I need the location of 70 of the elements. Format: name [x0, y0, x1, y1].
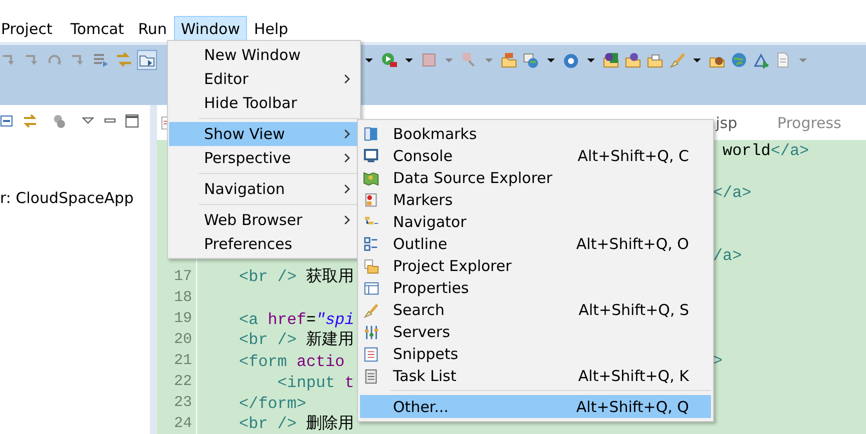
menu-item[interactable]: Markers [360, 189, 711, 211]
table-icon [363, 280, 380, 296]
menu-item[interactable]: Preferences [169, 232, 359, 256]
menu-item[interactable]: Properties [360, 277, 711, 299]
menu-item[interactable]: Data Source Explorer [360, 167, 711, 189]
swap-arrows-icon[interactable] [115, 51, 133, 69]
menu-item[interactable]: New Window [169, 43, 359, 67]
menu-item[interactable]: Perspective [169, 146, 359, 170]
tab[interactable]: .jsp [711, 114, 738, 132]
menu-title[interactable]: Window [174, 16, 247, 41]
folder-icon[interactable] [500, 51, 518, 69]
line-number: 24 [174, 415, 192, 432]
tab[interactable]: Progress [777, 114, 842, 132]
globe-icon[interactable] [730, 51, 748, 69]
menu-item[interactable]: Navigation [169, 177, 359, 201]
line-number: 23 [174, 394, 192, 411]
book-icon [363, 126, 380, 142]
map-icon [363, 170, 380, 186]
list-icon[interactable] [92, 51, 110, 69]
line-number: 21 [174, 352, 192, 369]
menu-item[interactable]: Web Browser [169, 208, 359, 232]
menu-title[interactable]: Tomcat [63, 16, 132, 41]
run-icon[interactable] [380, 51, 398, 69]
code-fragment: world</a> [722, 142, 810, 160]
code-line: </form> [239, 394, 306, 412]
menu-title[interactable]: Project [0, 16, 60, 41]
monitor-icon [363, 148, 380, 164]
menu-item[interactable]: Show View [169, 122, 359, 146]
folder-icon[interactable] [602, 51, 620, 69]
menu-item[interactable]: Project Explorer [360, 255, 711, 277]
menu-item[interactable]: Servers [360, 321, 711, 343]
line-number: 17 [174, 268, 192, 285]
line-number: 19 [174, 310, 192, 327]
menu-item[interactable]: Navigator [360, 211, 711, 233]
menu-item[interactable]: Task List Alt+Shift+Q, K [360, 365, 711, 387]
swap-arrows-icon[interactable] [22, 113, 38, 129]
maximize-icon[interactable] [124, 113, 140, 129]
triangle-run-icon[interactable] [752, 51, 770, 69]
code-fragment: > [713, 352, 723, 370]
code-line: <br /> 删除用 [239, 415, 354, 433]
spheres-icon[interactable] [52, 113, 68, 129]
project-label: r: CloudSpaceApp [0, 189, 135, 207]
code-line: <a href="spi [239, 310, 354, 328]
snippet-icon [363, 346, 380, 362]
menu-item[interactable]: Other... Alt+Shift+Q, Q [360, 395, 711, 418]
server-icon [363, 324, 380, 340]
menu-title[interactable]: Help [246, 16, 296, 41]
line-number: 18 [174, 289, 192, 306]
line-number: 20 [174, 331, 192, 348]
folder-icon [363, 258, 380, 274]
line-number: 22 [174, 373, 192, 390]
code-fragment: /a> [713, 246, 742, 264]
menu-item[interactable]: Outline Alt+Shift+Q, O [360, 233, 711, 255]
menu-item[interactable]: Editor [169, 67, 359, 91]
menu-item[interactable]: Bookmarks [360, 123, 711, 145]
code-line: <br /> 新建用 [239, 331, 354, 349]
menu-item[interactable]: Snippets [360, 343, 711, 365]
code-line: <br /> 获取用 [239, 268, 354, 286]
sphere-icon[interactable] [562, 51, 580, 69]
code-fragment: </a> [713, 184, 752, 202]
menu-item[interactable]: Hide Toolbar [169, 91, 359, 115]
menu-title[interactable]: Run [131, 16, 174, 41]
folder-icon[interactable] [624, 51, 642, 69]
code-line: <input t [276, 374, 354, 392]
code-line: <form actio [239, 352, 345, 370]
menu-item[interactable]: Console Alt+Shift+Q, C [360, 145, 711, 167]
outline-icon [363, 236, 380, 252]
folder-icon[interactable] [138, 51, 156, 69]
brush-icon [363, 302, 380, 318]
menu-item[interactable]: Search Alt+Shift+Q, S [360, 299, 711, 321]
